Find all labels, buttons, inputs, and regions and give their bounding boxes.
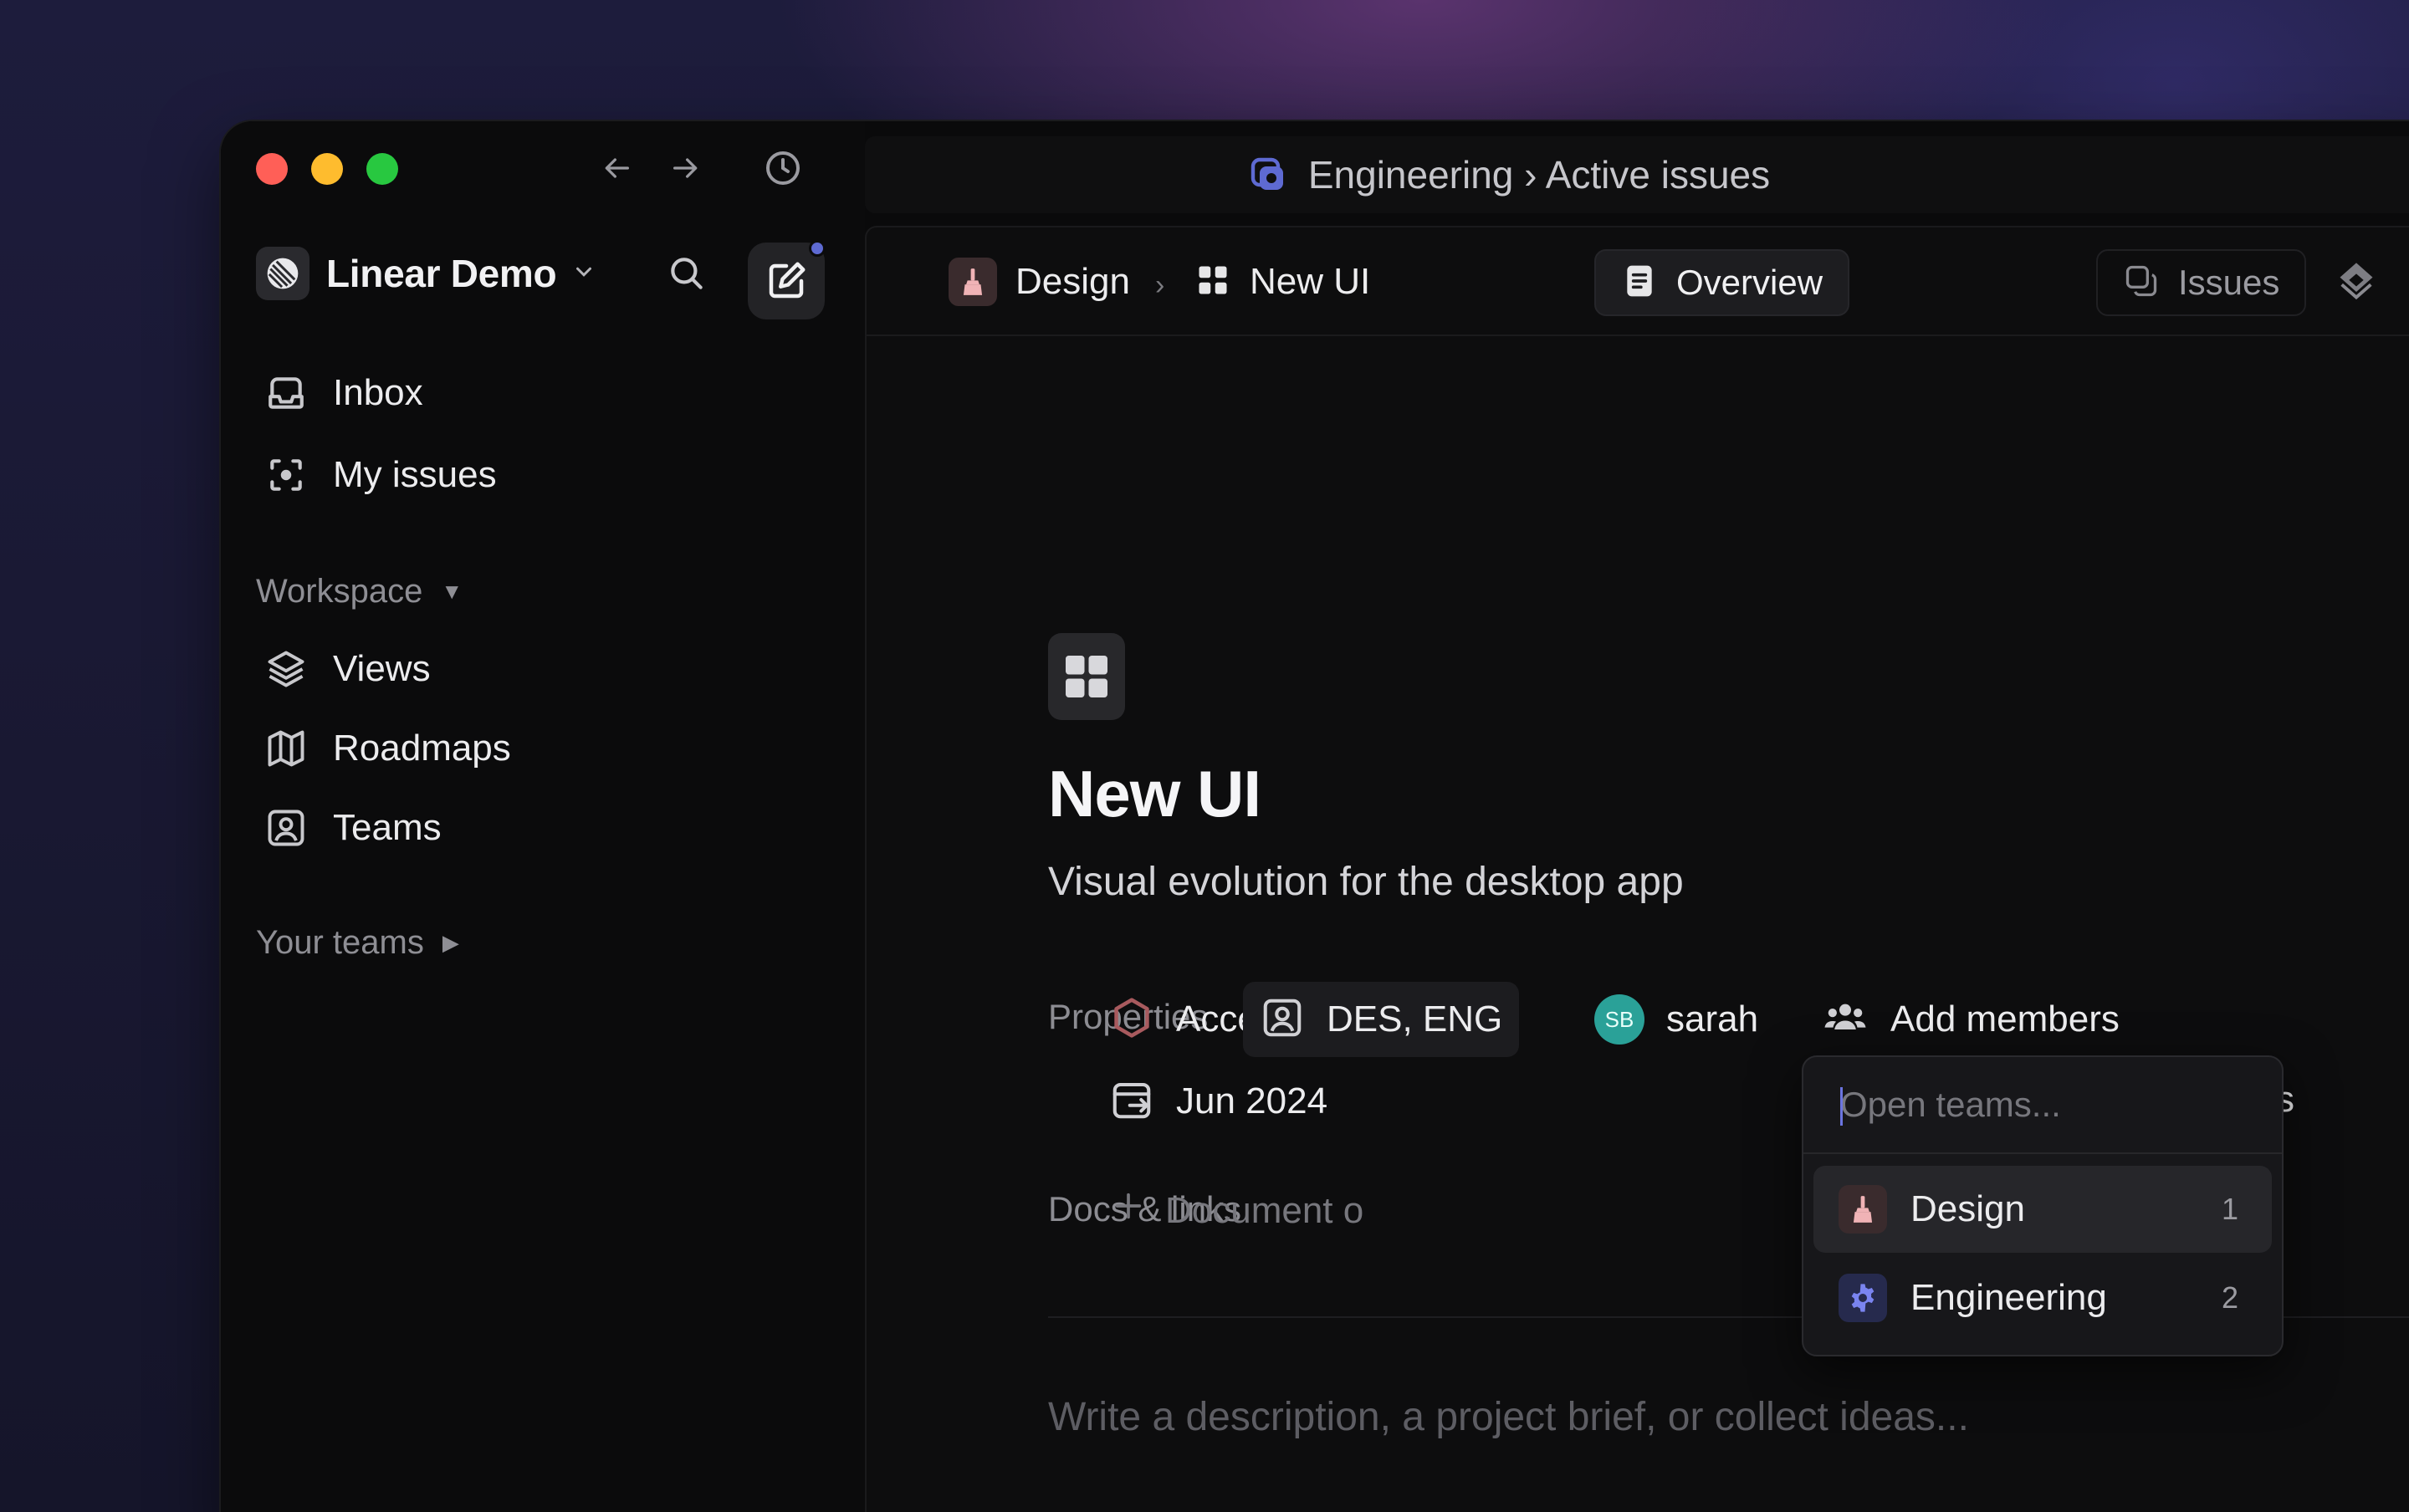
team-icon [263, 805, 309, 851]
chevron-down-icon [571, 259, 596, 289]
dropdown-search [1803, 1057, 2282, 1154]
compose-icon [769, 262, 806, 299]
members-icon [1822, 994, 1869, 1045]
project-icon[interactable] [1048, 633, 1125, 720]
design-team-icon [1839, 1185, 1887, 1234]
minimize-window-button[interactable] [311, 153, 343, 185]
team-icon [1260, 995, 1305, 1045]
design-team-icon [949, 258, 997, 306]
option-label: Engineering [1910, 1277, 2107, 1318]
breadcrumb-team-label: Design [1015, 261, 1130, 302]
main-content: Design › New UI ••• Overview [865, 226, 2409, 1512]
sidebar-item-views[interactable]: Views [263, 640, 431, 698]
sidebar-item-label: My issues [333, 454, 497, 495]
target-date-value: Jun 2024 [1176, 1080, 1328, 1121]
add-document-label: Document o [1165, 1189, 1364, 1231]
sidebar-item-label: Views [333, 648, 431, 689]
text-cursor [1840, 1087, 1843, 1126]
sidebar-item-roadmaps[interactable]: Roadmaps [263, 719, 511, 778]
workspace-section-toggle[interactable]: Workspace ▼ [256, 573, 463, 610]
teams-search-input[interactable] [1840, 1085, 2225, 1125]
breadcrumb-project[interactable]: New UI [1194, 253, 1370, 311]
sidebar-item-inbox[interactable]: Inbox [263, 364, 423, 422]
inbox-icon [263, 370, 309, 416]
forward-arrow-icon[interactable] [661, 143, 711, 193]
section-label: Workspace [256, 573, 423, 610]
chevron-right-icon: › [1155, 269, 1165, 301]
tab-label: Issues [2178, 263, 2280, 302]
project-subtitle[interactable]: Visual evolution for the desktop app [1048, 859, 1684, 905]
sidebar-item-label: Teams [333, 807, 442, 848]
add-members-label: Add members [1890, 999, 2120, 1040]
app-window: Linear Demo Inbox My issues Workspace ▼ … [221, 121, 2409, 1512]
zoom-window-button[interactable] [366, 153, 398, 185]
caret-down-icon: ▼ [441, 579, 463, 604]
option-count: 2 [2221, 1280, 2238, 1315]
project-title[interactable]: New UI [1048, 756, 1261, 832]
plus-icon [1112, 1189, 1145, 1232]
close-window-button[interactable] [256, 153, 288, 185]
add-document-button[interactable]: Document o [1112, 1189, 1363, 1232]
description-editor[interactable]: Write a description, a project brief, or… [1048, 1394, 1969, 1440]
tab-issues[interactable]: Issues [2096, 249, 2307, 316]
lead-property[interactable]: SB sarah [1594, 982, 1758, 1057]
tab-label: Overview [1676, 263, 1823, 302]
sidebar-item-label: Inbox [333, 372, 423, 413]
project-header: Design › New UI ••• Overview [867, 227, 2409, 336]
window-controls [256, 153, 398, 185]
dropdown-option-engineering[interactable]: Engineering 2 [1813, 1254, 2272, 1341]
window-title: Engineering › Active issues [1307, 153, 1771, 197]
notification-dot [809, 240, 826, 257]
workspace-switcher[interactable]: Linear Demo [256, 247, 596, 300]
teams-property[interactable]: DES, ENG [1243, 982, 1520, 1057]
engineering-team-icon [1248, 153, 1288, 197]
sidebar-item-teams[interactable]: Teams [263, 799, 442, 857]
back-arrow-icon[interactable] [591, 143, 642, 193]
sidebar-item-label: Roadmaps [333, 728, 511, 769]
calendar-arrow-icon [1109, 1077, 1154, 1126]
history-clock-icon[interactable] [758, 143, 808, 193]
my-issues-icon [263, 452, 309, 498]
teams-dropdown: Design 1 Engineering 2 [1802, 1055, 2284, 1356]
project-grid-icon [1194, 262, 1231, 303]
hexagon-status-icon [1109, 995, 1154, 1045]
search-button[interactable] [660, 247, 713, 300]
search-icon [671, 258, 703, 289]
gear-icon [1839, 1274, 1887, 1322]
target-date-property[interactable]: Jun 2024 [1109, 1064, 1327, 1139]
breadcrumb-project-label: New UI [1250, 261, 1371, 302]
dropdown-option-design[interactable]: Design 1 [1813, 1166, 2272, 1253]
add-members-button[interactable]: Add members [1822, 982, 2120, 1057]
layers-diamond-icon[interactable] [2335, 259, 2378, 307]
map-icon [263, 725, 309, 772]
lead-value: sarah [1666, 999, 1759, 1040]
title-bar: Engineering › Active issues [865, 136, 2409, 213]
document-icon [1621, 263, 1658, 304]
caret-right-icon: ▶ [442, 930, 459, 955]
workspace-logo-icon [256, 247, 309, 300]
tab-overview[interactable]: Overview [1594, 249, 1850, 316]
workspace-name: Linear Demo [326, 252, 557, 295]
issues-copy-icon [2123, 263, 2160, 304]
your-teams-section-toggle[interactable]: Your teams ▶ [256, 924, 459, 962]
option-count: 1 [2221, 1192, 2238, 1226]
layers-icon [263, 646, 309, 692]
section-label: Your teams [256, 924, 424, 961]
avatar: SB [1594, 994, 1644, 1045]
sidebar: Linear Demo Inbox My issues Workspace ▼ … [221, 121, 865, 1512]
breadcrumb-team[interactable]: Design [949, 253, 1130, 311]
sidebar-item-my-issues[interactable]: My issues [263, 446, 497, 504]
teams-value: DES, ENG [1327, 999, 1503, 1040]
option-label: Design [1910, 1188, 2025, 1229]
